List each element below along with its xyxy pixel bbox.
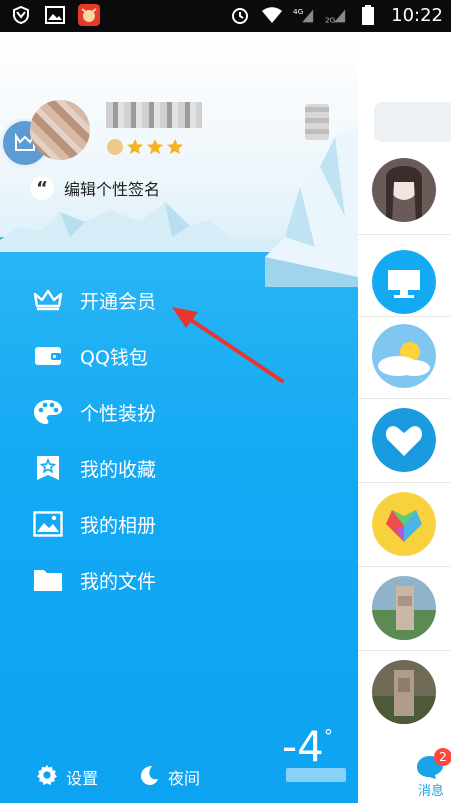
svg-text:4G: 4G — [293, 7, 304, 16]
menu-label: 我的文件 — [80, 570, 157, 593]
menu-label: 我的收藏 — [80, 458, 157, 481]
shield-icon — [10, 4, 32, 26]
menu-item-vip[interactable]: 开通会员 — [32, 280, 332, 320]
palette-icon — [32, 396, 64, 428]
menu-label: QQ钱包 — [80, 346, 148, 369]
signature-row[interactable]: “ 编辑个性签名 — [30, 176, 160, 200]
star-level-icon — [166, 138, 184, 156]
crown-icon — [32, 284, 64, 316]
search-bar[interactable] — [374, 102, 451, 142]
user-avatar[interactable] — [30, 100, 90, 160]
menu-label: 开通会员 — [80, 290, 157, 313]
divider — [358, 234, 451, 235]
battery-icon — [357, 4, 379, 26]
menu-item-files[interactable]: 我的文件 — [32, 560, 332, 600]
divider — [358, 482, 451, 483]
qr-code-blurred[interactable] — [305, 104, 329, 140]
gear-icon — [36, 764, 58, 790]
contact-avatar[interactable] — [372, 576, 436, 640]
svg-text:2G: 2G — [325, 15, 336, 24]
image-icon — [44, 4, 66, 26]
weather-city-blurred — [286, 768, 346, 782]
computer-icon[interactable] — [372, 250, 436, 314]
heart-icon[interactable] — [372, 408, 436, 472]
star-level-icon — [146, 138, 164, 156]
messages-badge: 2 — [434, 748, 451, 766]
contact-avatar[interactable] — [372, 158, 436, 222]
wallet-icon — [32, 340, 64, 372]
weather-icon[interactable] — [372, 324, 436, 388]
signal-2g-icon: 2G — [325, 4, 347, 26]
star-level-icon — [126, 138, 144, 156]
menu-label: 我的相册 — [80, 514, 157, 537]
night-mode-button[interactable]: 夜间 — [138, 764, 200, 790]
menu-label: 个性装扮 — [80, 402, 157, 425]
menu-item-favorites[interactable]: 我的收藏 — [32, 448, 332, 488]
alarm-icon — [229, 4, 251, 26]
divider — [358, 566, 451, 567]
temperature-value: -4 — [282, 722, 324, 771]
quote-icon: “ — [30, 176, 54, 200]
messages-tab[interactable]: 2 消息 — [416, 748, 451, 800]
folder-icon — [32, 564, 64, 596]
user-nickname-blurred[interactable] — [106, 102, 202, 128]
user-level-badges[interactable] — [106, 138, 184, 156]
divider — [358, 398, 451, 399]
side-drawer: “ 编辑个性签名 开通会员 QQ钱包 个性装扮 我的收藏 我的相册 我的文件 设… — [0, 32, 358, 803]
colorful-heart-icon[interactable] — [372, 492, 436, 556]
app-notification-icon — [78, 4, 100, 26]
messages-label: 消息 — [418, 784, 445, 799]
degree-symbol: ° — [323, 726, 333, 747]
weather-temperature[interactable]: -4° — [282, 722, 333, 771]
settings-label: 设置 — [66, 769, 99, 788]
signal-4g-icon: 4G — [293, 4, 315, 26]
main-screen-strip: 2 消息 — [358, 32, 451, 803]
favorites-icon — [32, 452, 64, 484]
menu-item-personalize[interactable]: 个性装扮 — [32, 392, 332, 432]
clock-time: 10:22 — [391, 4, 443, 26]
contact-avatar[interactable] — [372, 660, 436, 724]
menu-item-album[interactable]: 我的相册 — [32, 504, 332, 544]
settings-button[interactable]: 设置 — [36, 764, 98, 790]
menu-item-wallet[interactable]: QQ钱包 — [32, 336, 332, 376]
moon-icon — [138, 764, 160, 790]
night-label: 夜间 — [168, 769, 201, 788]
divider — [358, 316, 451, 317]
sun-level-icon — [106, 138, 124, 156]
album-icon — [32, 508, 64, 540]
signature-hint: 编辑个性签名 — [64, 180, 161, 199]
status-bar: 4G 2G 10:22 — [0, 0, 451, 32]
wifi-icon — [261, 4, 283, 26]
divider — [358, 650, 451, 651]
iceberg-right-illustration — [265, 127, 358, 287]
